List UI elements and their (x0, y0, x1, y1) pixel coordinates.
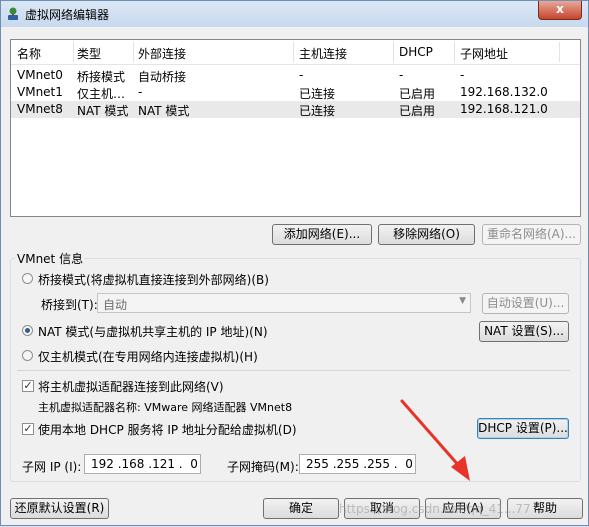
annotation-arrow-icon (400, 399, 470, 481)
virtual-network-editor-window: 虚拟网络编辑器 x 名称 类型 外部连接 主机连接 DHCP 子网地址 VMne… (0, 0, 589, 526)
